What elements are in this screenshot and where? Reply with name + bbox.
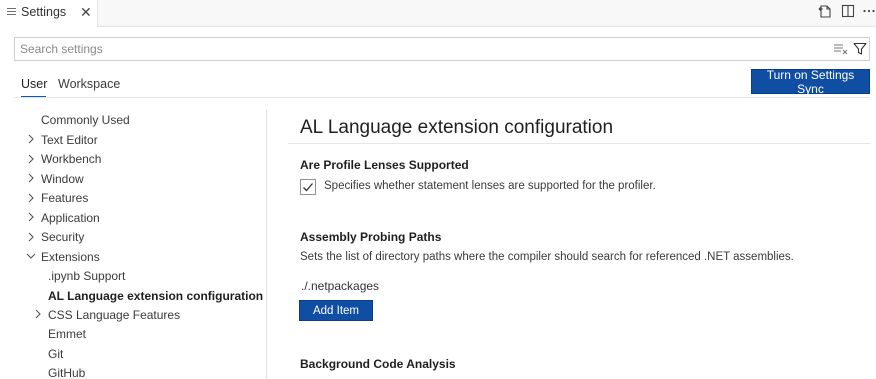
settings-tab[interactable]: Settings ✕ xyxy=(0,0,98,27)
list-item[interactable]: ./.netpackages xyxy=(301,279,379,293)
setting-description-profile-lenses: Specifies whether statement lenses are s… xyxy=(324,180,656,192)
toc-item-git[interactable]: Git xyxy=(48,344,63,363)
chevron-right-icon[interactable] xyxy=(33,309,43,319)
toc-item-features[interactable]: Features xyxy=(41,188,88,207)
turn-on-settings-sync-button[interactable]: Turn on Settings Sync xyxy=(751,68,870,96)
toc-item-al-language[interactable]: AL Language extension configuration xyxy=(48,286,263,305)
tab-label: Settings xyxy=(21,5,67,19)
toc-item-label: Git xyxy=(48,346,64,361)
toc-item-label: GitHub xyxy=(48,365,86,379)
toc-item-label: Window xyxy=(41,171,84,186)
toc-item-application[interactable]: Application xyxy=(41,208,100,227)
toc-item-label: Text Editor xyxy=(41,132,98,147)
tab-workspace[interactable]: Workspace xyxy=(58,77,120,91)
chevron-right-icon[interactable] xyxy=(26,193,36,203)
toc-item-label: Security xyxy=(41,229,85,244)
setting-title-assembly-probing-paths: Assembly Probing Paths xyxy=(300,230,442,244)
clear-filter-icon[interactable] xyxy=(834,43,848,55)
chevron-right-icon[interactable] xyxy=(26,173,36,183)
editor-tab-bar: Settings ✕ xyxy=(0,0,876,27)
add-item-button[interactable]: Add Item xyxy=(299,300,373,321)
header-divider xyxy=(14,97,870,98)
toc-item-commonly-used[interactable]: Commonly Used xyxy=(41,110,130,129)
toc-item-window[interactable]: Window xyxy=(41,169,84,188)
toc-item-label: Commonly Used xyxy=(41,112,130,127)
close-icon[interactable]: ✕ xyxy=(80,3,92,21)
toc-item-label: .ipynb Support xyxy=(48,268,126,283)
chevron-right-icon[interactable] xyxy=(26,154,36,164)
search-input[interactable] xyxy=(20,41,800,57)
toc-divider xyxy=(266,110,267,379)
chevron-right-icon[interactable] xyxy=(26,232,36,242)
section-title: AL Language extension configuration xyxy=(300,117,614,138)
setting-title-background-code-analysis: Background Code Analysis xyxy=(300,357,456,371)
open-settings-json-icon[interactable] xyxy=(816,2,834,20)
settings-editor-icon xyxy=(7,8,16,17)
more-actions-icon[interactable] xyxy=(860,2,876,20)
filter-icon[interactable] xyxy=(853,42,867,56)
profile-lenses-checkbox[interactable] xyxy=(300,179,316,195)
toc-item-label: Workbench xyxy=(41,151,102,166)
toc-item-extensions[interactable]: Extensions xyxy=(41,247,100,266)
chevron-right-icon[interactable] xyxy=(26,134,36,144)
checkmark-icon xyxy=(303,183,313,192)
toc-item-github[interactable]: GitHub xyxy=(48,363,85,379)
toc-item-label: CSS Language Features xyxy=(48,307,181,322)
toc-item-ipynb-support[interactable]: .ipynb Support xyxy=(48,266,125,285)
setting-title-profile-lenses: Are Profile Lenses Supported xyxy=(300,158,469,172)
split-editor-icon[interactable] xyxy=(839,2,857,20)
setting-description-assembly-probing-paths: Sets the list of directory paths where t… xyxy=(300,251,794,263)
toc-item-label: Features xyxy=(41,190,89,205)
toc-item-text-editor[interactable]: Text Editor xyxy=(41,130,98,149)
settings-search-box xyxy=(14,37,870,61)
toc-item-security[interactable]: Security xyxy=(41,227,84,246)
toc-item-label: AL Language extension configuration xyxy=(48,288,264,303)
toc-item-emmet[interactable]: Emmet xyxy=(48,324,86,343)
tab-user[interactable]: User xyxy=(21,77,47,91)
toc-item-label: Application xyxy=(41,210,100,225)
chevron-down-icon[interactable] xyxy=(26,251,36,261)
settings-toc: Commonly Used Text Editor Workbench Wind… xyxy=(0,110,266,379)
chevron-right-icon[interactable] xyxy=(26,212,36,222)
toc-item-css-language-features[interactable]: CSS Language Features xyxy=(48,305,180,324)
toc-item-label: Extensions xyxy=(41,249,100,264)
toc-item-label: Emmet xyxy=(48,326,87,341)
toc-item-workbench[interactable]: Workbench xyxy=(41,149,101,168)
